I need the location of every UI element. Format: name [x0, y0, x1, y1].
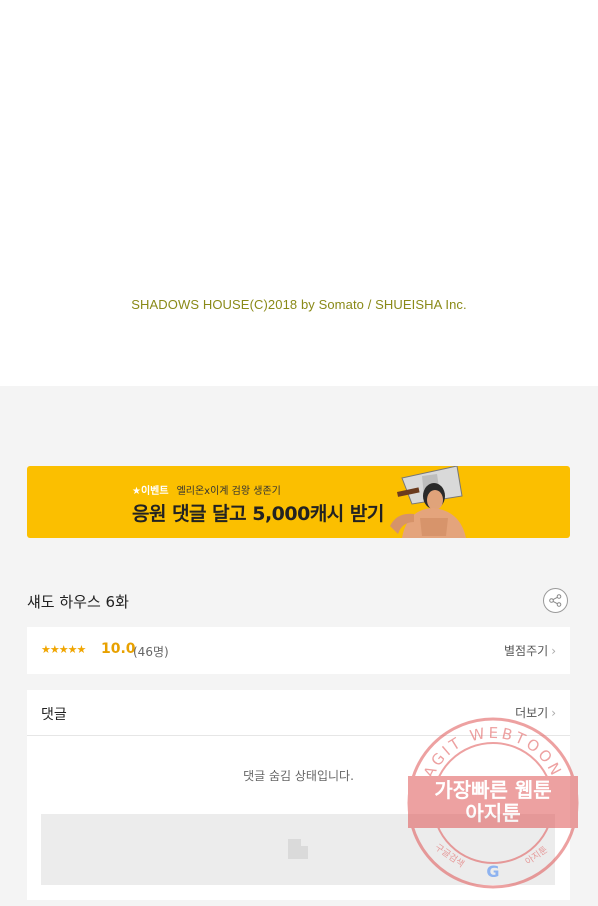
- rate-button-label: 별점주기: [504, 644, 549, 658]
- rating-score: 10.0: [101, 641, 136, 657]
- share-icon: [549, 594, 562, 607]
- share-button[interactable]: [543, 588, 568, 613]
- comments-title: 댓글: [41, 707, 67, 723]
- banner-character-illustration: [390, 466, 466, 538]
- copyright-text: SHADOWS HOUSE(C)2018 by Somato / SHUEISH…: [131, 297, 467, 312]
- event-banner[interactable]: ★이벤트 엘리온x이계 검왕 생존기 응원 댓글 달고 5,000캐시 받기: [27, 466, 570, 538]
- banner-headline: 응원 댓글 달고 5,000캐시 받기: [132, 503, 384, 525]
- watermark-line1: 가장빠른 웹툰: [434, 778, 551, 802]
- webtoon-image-area: [0, 0, 598, 386]
- watermark-stamp: AGIT WEBTOON 가장빠른 웹툰 아지툰 구글검색 아지툰 G: [407, 717, 579, 889]
- google-icon: G: [486, 862, 499, 881]
- chevron-right-icon: ›: [551, 644, 556, 658]
- watermark-bottom-right: 아지툰: [523, 844, 550, 867]
- rating-panel: ★★★★★ 10.0 (46명) 별점주기 ›: [27, 627, 570, 674]
- banner-subtitle-row: ★이벤트 엘리온x이계 검왕 생존기: [132, 482, 281, 497]
- rate-button[interactable]: 별점주기 ›: [504, 642, 556, 659]
- rating-count: (46명): [133, 645, 169, 659]
- rating-stars: ★★★★★: [41, 643, 86, 656]
- watermark-line2: 아지툰: [465, 801, 520, 825]
- placeholder-image-icon: [288, 839, 308, 859]
- episode-title: 섀도 하우스 6화: [27, 593, 129, 611]
- banner-subtitle: 엘리온x이계 검왕 생존기: [176, 486, 281, 497]
- banner-event-tag: ★이벤트: [132, 486, 169, 497]
